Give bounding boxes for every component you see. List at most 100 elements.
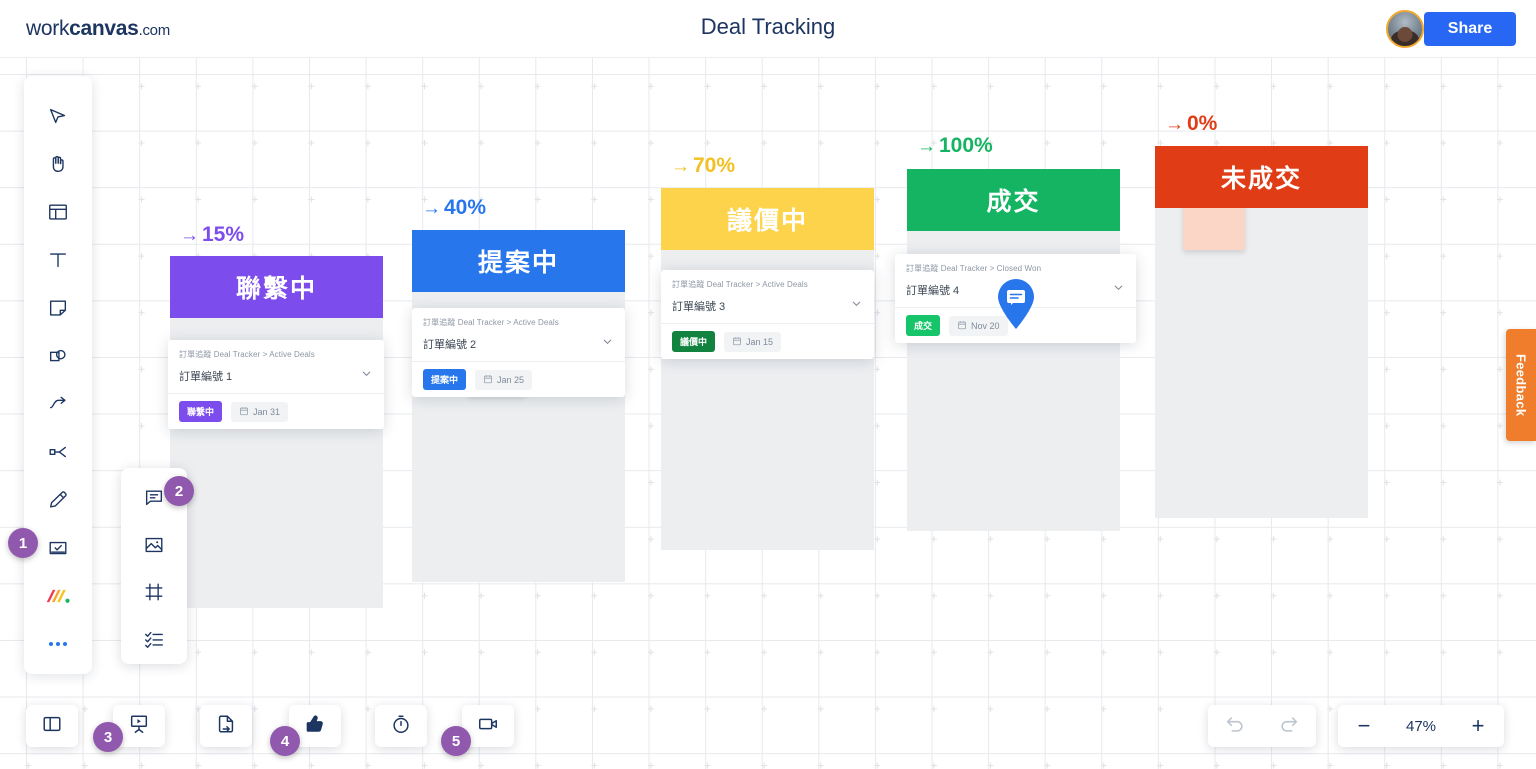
task-checkbox-icon (47, 537, 69, 559)
bottom-toolbar-export (200, 705, 252, 747)
chevron-down-icon[interactable] (850, 297, 863, 315)
column-header-5[interactable]: 未成交 (1155, 146, 1368, 208)
shapes-icon (47, 345, 69, 367)
feedback-label: Feedback (1513, 353, 1529, 417)
deal-detail-card-2[interactable]: 訂單追蹤 Deal Tracker > Active Deals 訂單編號 2 提案… (412, 308, 625, 397)
avatar[interactable] (1386, 10, 1424, 48)
step-badge-2: 2 (164, 476, 194, 506)
tool-shapes[interactable] (36, 334, 80, 378)
due-date-chip[interactable]: Jan 15 (724, 331, 782, 352)
tool-connector[interactable] (36, 382, 80, 426)
chevron-down-icon[interactable] (601, 335, 614, 353)
scissors-icon (47, 441, 69, 463)
percent-value: 40% (444, 196, 487, 219)
submenu-frame[interactable] (132, 570, 176, 613)
percent-value: 15% (202, 223, 245, 246)
column-percent-1: → 15% (180, 223, 244, 247)
undo-redo-group (1208, 705, 1316, 747)
cursor-select-icon (47, 105, 69, 127)
column-stage-label: 聯繫中 (235, 275, 317, 303)
column-header-2[interactable]: 提案中 (412, 230, 625, 292)
deal-name: 訂單編號 2 (423, 339, 477, 351)
chevron-down-icon[interactable] (360, 367, 373, 385)
feedback-tab[interactable]: Feedback (1506, 329, 1536, 441)
step-badge-3: 3 (93, 722, 123, 752)
comment-icon (143, 487, 165, 509)
due-date-label: Jan 31 (253, 406, 281, 417)
breadcrumb: 訂單追蹤 Deal Tracker > Active Deals (179, 350, 315, 359)
due-date-chip[interactable]: Jan 31 (231, 401, 289, 422)
status-badge[interactable]: 提案中 (423, 369, 467, 390)
tool-template[interactable] (36, 190, 80, 234)
share-button[interactable]: Share (1424, 12, 1516, 46)
zoom-level-label[interactable]: 47% (1390, 718, 1452, 735)
status-badge[interactable]: 成交 (906, 315, 941, 336)
calendar-icon (957, 320, 967, 332)
column-header-4[interactable]: 成交 (907, 169, 1120, 231)
percent-value: 70% (693, 154, 736, 177)
due-date-label: Jan 25 (497, 374, 525, 385)
step-badge-5: 5 (441, 726, 471, 756)
redo-button[interactable] (1262, 705, 1316, 747)
timer-button[interactable] (375, 705, 427, 747)
export-file-icon (215, 713, 237, 740)
panel-toggle-icon (41, 713, 63, 740)
deal-detail-card-3[interactable]: 訂單追蹤 Deal Tracker > Active Deals 訂單編號 3 議價… (661, 270, 874, 359)
template-layout-icon (47, 201, 69, 223)
deal-name: 訂單編號 4 (906, 285, 960, 297)
submenu-image[interactable] (132, 523, 176, 566)
thumbs-up-icon (304, 713, 326, 740)
export-button[interactable] (200, 705, 252, 747)
column-header-3[interactable]: 議價中 (661, 188, 874, 250)
arrow-icon: → (180, 225, 199, 246)
chevron-down-icon[interactable] (1112, 281, 1125, 299)
timer-icon (390, 713, 412, 740)
arrow-icon: → (671, 156, 690, 177)
column-body-5[interactable] (1155, 208, 1368, 518)
comment-pin[interactable] (995, 278, 1037, 330)
toggle-sidebar-button[interactable] (26, 705, 78, 747)
due-date-label: Jan 15 (746, 336, 774, 347)
column-stage-label: 提案中 (477, 249, 559, 277)
submenu-checklist[interactable] (132, 617, 176, 660)
tool-apps[interactable] (36, 574, 80, 618)
tool-sticky-note[interactable] (36, 286, 80, 330)
tool-more[interactable] (36, 622, 80, 666)
percent-value: 100% (939, 134, 993, 157)
breadcrumb: 訂單追蹤 Deal Tracker > Active Deals (423, 318, 559, 327)
tool-select[interactable] (36, 94, 80, 138)
column-header-1[interactable]: 聯繫中 (170, 256, 383, 318)
image-icon (143, 534, 165, 556)
checklist-icon (143, 628, 165, 650)
deal-detail-card-1[interactable]: 訂單追蹤 Deal Tracker > Active Deals 訂單編號 1 聯繫… (168, 340, 384, 429)
redo-icon (1278, 713, 1300, 740)
tool-text[interactable] (36, 238, 80, 282)
tool-cut[interactable] (36, 430, 80, 474)
zoom-in-button[interactable]: + (1452, 705, 1504, 747)
zoom-controls: − 47% + (1338, 705, 1504, 747)
due-date-chip[interactable]: Jan 25 (475, 369, 533, 390)
deal-name: 訂單編號 3 (672, 301, 726, 313)
tool-task[interactable] (36, 526, 80, 570)
workcanvas-logo-icon (45, 586, 71, 606)
deal-name: 訂單編號 1 (179, 371, 233, 383)
calendar-icon (239, 406, 249, 418)
presentation-icon (128, 713, 150, 740)
arrow-icon: → (917, 136, 936, 157)
canvas-area[interactable]: → 15% 聯繫中 訂單追蹤 Deal Tracker > Active Deals 訂… (0, 58, 1536, 769)
status-badge[interactable]: 聯繫中 (179, 401, 223, 422)
tool-hand[interactable] (36, 142, 80, 186)
column-percent-4: → 100% (917, 134, 993, 158)
breadcrumb: 訂單追蹤 Deal Tracker > Closed Won (906, 264, 1042, 273)
status-badge[interactable]: 議價中 (672, 331, 716, 352)
undo-button[interactable] (1208, 705, 1262, 747)
text-icon (47, 249, 69, 271)
step-badge-1: 1 (8, 528, 38, 558)
column-stage-label: 議價中 (726, 207, 808, 235)
avatar-face (1397, 26, 1413, 42)
frame-icon (143, 581, 165, 603)
zoom-out-button[interactable]: − (1338, 705, 1390, 747)
breadcrumb: 訂單追蹤 Deal Tracker > Active Deals (672, 280, 808, 289)
video-camera-icon (477, 713, 499, 740)
tool-pen[interactable] (36, 478, 80, 522)
